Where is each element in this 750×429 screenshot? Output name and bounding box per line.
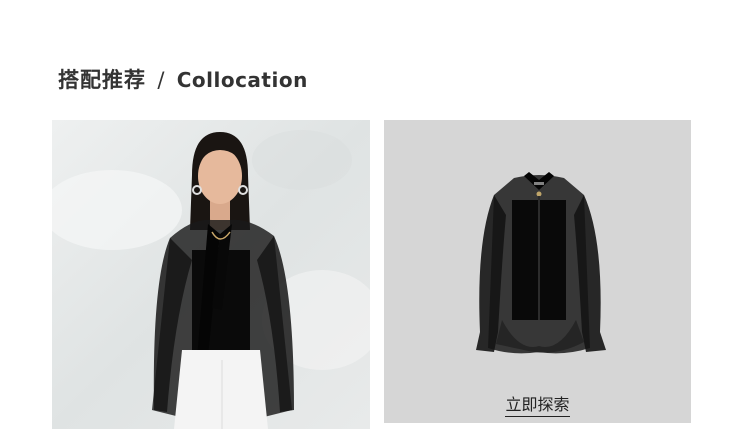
- section-title-zh: 搭配推荐: [58, 68, 146, 92]
- section-title-en: Collocation: [176, 68, 308, 92]
- model-image: [52, 120, 370, 429]
- explore-link[interactable]: 立即探索: [384, 391, 691, 417]
- product-card[interactable]: 立即探索: [384, 120, 691, 423]
- explore-link-label[interactable]: 立即探索: [505, 395, 570, 417]
- product-image: [384, 120, 691, 423]
- model-photo[interactable]: [52, 120, 370, 429]
- section-title: 搭配推荐 / Collocation: [58, 64, 308, 94]
- title-separator: /: [157, 68, 166, 92]
